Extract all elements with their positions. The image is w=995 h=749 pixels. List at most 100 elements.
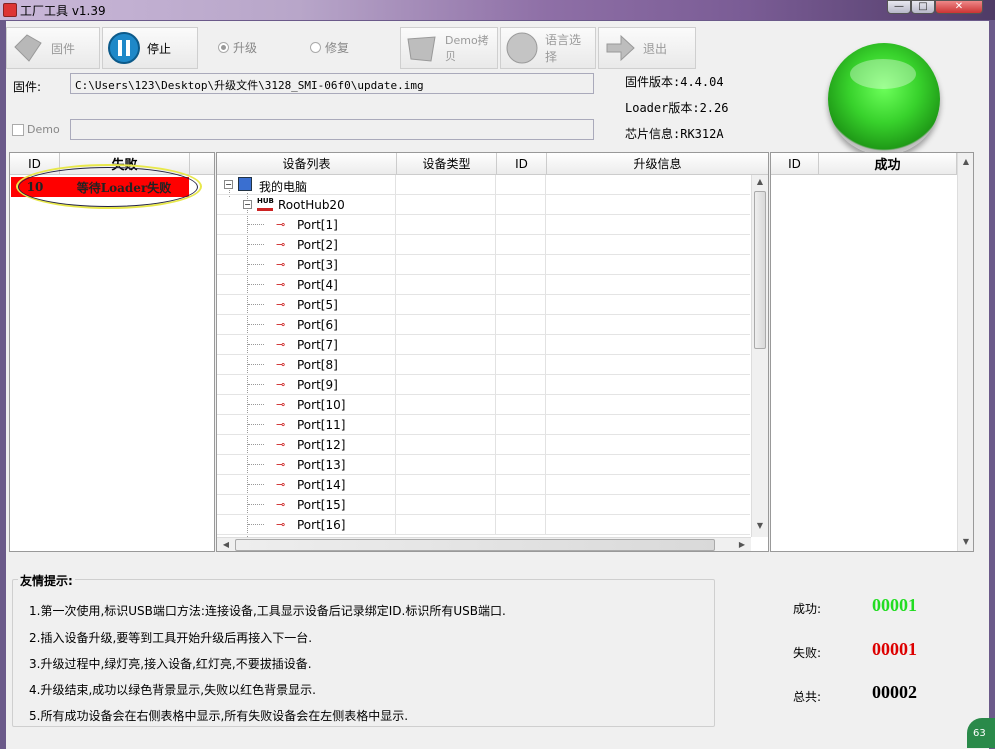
success-vertical-scrollbar[interactable]: ▲ ▼ bbox=[957, 153, 973, 551]
fail-table: ID 失败 10 等待Loader失败 bbox=[9, 152, 215, 552]
success-header-status[interactable]: 成功 bbox=[819, 153, 957, 175]
usb-icon: ⊸ bbox=[276, 238, 286, 251]
hint-line-3: 3.升级过程中,绿灯亮,接入设备,红灯亮,不要拔插设备. bbox=[29, 657, 312, 671]
tree-node-port[interactable]: ⊸ Port[4] bbox=[217, 275, 750, 295]
status-light bbox=[828, 43, 940, 155]
demo-copy-button[interactable]: Demo拷贝 bbox=[400, 27, 498, 69]
usb-icon: ⊸ bbox=[276, 338, 286, 351]
port-label: Port[14] bbox=[297, 478, 346, 492]
scroll-up-arrow[interactable]: ▲ bbox=[753, 177, 767, 186]
repair-radio[interactable]: 修复 bbox=[310, 39, 349, 56]
exit-arrow-icon bbox=[603, 31, 637, 65]
loader-version: Loader版本:2.26 bbox=[625, 101, 729, 115]
tree-node-port[interactable]: ⊸ Port[7] bbox=[217, 335, 750, 355]
demo-copy-icon bbox=[405, 31, 439, 65]
tree-node-port[interactable]: ⊸ Port[1] bbox=[217, 215, 750, 235]
usb-icon: ⊸ bbox=[276, 438, 286, 451]
tree-node-port[interactable]: ⊸ Port[5] bbox=[217, 295, 750, 315]
scroll-left-arrow[interactable]: ◀ bbox=[219, 540, 233, 549]
close-button[interactable]: ✕ bbox=[935, 0, 983, 14]
tree-node-port[interactable]: ⊸ Port[10] bbox=[217, 395, 750, 415]
firmware-version: 固件版本:4.4.04 bbox=[625, 75, 724, 89]
tree-line bbox=[248, 284, 264, 285]
tree-node-port[interactable]: ⊸ Port[11] bbox=[217, 415, 750, 435]
port-label: Port[12] bbox=[297, 438, 346, 452]
tree-node-hub[interactable]: − HUB RootHub20 bbox=[217, 195, 750, 215]
app-icon bbox=[3, 3, 17, 17]
tree-node-port[interactable]: ⊸ Port[16] bbox=[217, 515, 750, 535]
port-label: Port[2] bbox=[297, 238, 338, 252]
scroll-right-arrow[interactable]: ▶ bbox=[735, 540, 749, 549]
port-label: Port[10] bbox=[297, 398, 346, 412]
stop-button[interactable]: 停止 bbox=[102, 27, 198, 69]
taskbar-badge: 63 bbox=[967, 718, 995, 748]
exit-button[interactable]: 退出 bbox=[598, 27, 696, 69]
usb-icon: ⊸ bbox=[276, 318, 286, 331]
demo-checkbox-box bbox=[12, 123, 24, 136]
port-label: Port[5] bbox=[297, 298, 338, 312]
demo-copy-label: Demo拷贝 bbox=[445, 34, 489, 63]
hint-line-2: 2.插入设备升级,要等到工具开始升级后再接入下一台. bbox=[29, 631, 313, 645]
fail-header-blank bbox=[190, 153, 214, 175]
upgrade-radio-label: 升级 bbox=[233, 41, 258, 55]
firmware-path-field[interactable]: C:\Users\123\Desktop\升级文件\3128_SMI-06f0\… bbox=[70, 73, 594, 94]
tree-line bbox=[248, 484, 264, 485]
device-header-upgrade-info[interactable]: 升级信息 bbox=[547, 153, 768, 175]
upgrade-radio[interactable]: 升级 bbox=[218, 39, 257, 56]
upgrade-radio-dot bbox=[218, 42, 229, 53]
hub-icon: HUB bbox=[257, 197, 274, 211]
fail-count-label: 失败: bbox=[793, 646, 822, 660]
vertical-scrollbar[interactable]: ▲ ▼ bbox=[751, 175, 768, 537]
device-header-type[interactable]: 设备类型 bbox=[397, 153, 497, 175]
language-button[interactable]: 语言选择 bbox=[500, 27, 596, 69]
tree-node-port[interactable]: ⊸ Port[9] bbox=[217, 375, 750, 395]
firmware-button[interactable]: 固件 bbox=[6, 27, 100, 69]
tree-line bbox=[248, 324, 264, 325]
tree-line bbox=[248, 304, 264, 305]
minimize-button[interactable]: — bbox=[887, 0, 911, 14]
demo-checkbox[interactable]: Demo bbox=[12, 123, 60, 136]
success-header-id[interactable]: ID bbox=[771, 153, 819, 175]
hint-line-5: 5.所有成功设备会在右侧表格中显示,所有失败设备会在左侧表格中显示. bbox=[29, 709, 409, 723]
demo-path-field[interactable] bbox=[70, 119, 594, 140]
tree-node-port[interactable]: ⊸ Port[13] bbox=[217, 455, 750, 475]
maximize-button[interactable]: □ bbox=[911, 0, 935, 14]
usb-icon: ⊸ bbox=[276, 218, 286, 231]
scroll-down-arrow[interactable]: ▼ bbox=[959, 537, 973, 546]
device-table: 设备列表 设备类型 ID 升级信息 − 我的电脑 − HUB RootHub20… bbox=[216, 152, 769, 552]
tree-node-port[interactable]: ⊸ Port[12] bbox=[217, 435, 750, 455]
device-header-list[interactable]: 设备列表 bbox=[217, 153, 397, 175]
tree-line bbox=[248, 344, 264, 345]
scroll-up-arrow[interactable]: ▲ bbox=[959, 157, 973, 166]
collapse-icon[interactable]: − bbox=[243, 200, 252, 209]
device-header-id[interactable]: ID bbox=[497, 153, 547, 175]
pause-icon bbox=[107, 31, 141, 65]
tree-node-port[interactable]: ⊸ Port[3] bbox=[217, 255, 750, 275]
scroll-down-arrow[interactable]: ▼ bbox=[753, 521, 767, 530]
success-count-label: 成功: bbox=[793, 602, 822, 616]
usb-icon: ⊸ bbox=[276, 418, 286, 431]
port-label: Port[8] bbox=[297, 358, 338, 372]
tree-line bbox=[248, 364, 264, 365]
tree-node-port[interactable]: ⊸ Port[14] bbox=[217, 475, 750, 495]
tree-node-port[interactable]: ⊸ Port[8] bbox=[217, 355, 750, 375]
tree-node-root[interactable]: − 我的电脑 bbox=[217, 175, 750, 195]
tree-line bbox=[248, 224, 264, 225]
hints-box: 1.第一次使用,标识USB端口方法:连接设备,工具显示设备后记录绑定ID.标识所… bbox=[12, 579, 715, 727]
success-table: ID 成功 ▲ ▼ bbox=[770, 152, 974, 552]
collapse-icon[interactable]: − bbox=[224, 180, 233, 189]
tree-node-port[interactable]: ⊸ Port[2] bbox=[217, 235, 750, 255]
tree-node-port[interactable]: ⊸ Port[15] bbox=[217, 495, 750, 515]
scroll-thumb[interactable] bbox=[754, 191, 766, 349]
main-window: 固件 停止 升级 修复 Demo拷贝 语言选择 退出 固件: C:\Users\… bbox=[6, 21, 989, 749]
success-count: 00001 bbox=[872, 595, 917, 615]
horizontal-scrollbar[interactable]: ◀ ▶ bbox=[217, 537, 751, 551]
port-label: Port[13] bbox=[297, 458, 346, 472]
hint-line-1: 1.第一次使用,标识USB端口方法:连接设备,工具显示设备后记录绑定ID.标识所… bbox=[29, 604, 506, 618]
port-label: Port[11] bbox=[297, 418, 346, 432]
hints-title: 友情提示: bbox=[18, 572, 75, 589]
repair-radio-dot bbox=[310, 42, 321, 53]
tree-node-port[interactable]: ⊸ Port[6] bbox=[217, 315, 750, 335]
horizontal-scroll-thumb[interactable] bbox=[235, 539, 715, 551]
firmware-button-label: 固件 bbox=[51, 41, 76, 56]
